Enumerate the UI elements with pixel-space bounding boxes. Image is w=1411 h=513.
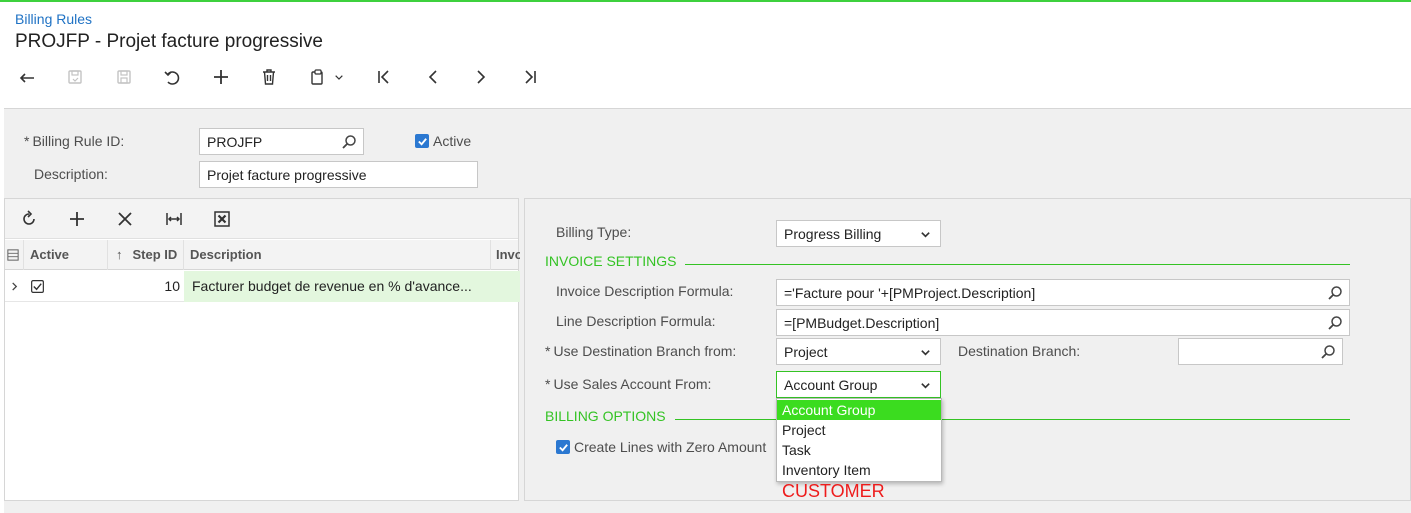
section-divider <box>685 264 1350 265</box>
dest-branch-label: Destination Branch: <box>958 343 1081 359</box>
next-icon[interactable] <box>467 62 495 92</box>
search-icon[interactable] <box>1327 285 1343 301</box>
clipboard-icon[interactable] <box>303 62 331 92</box>
column-header-invoice[interactable]: Invo <box>491 240 520 270</box>
dropdown-option-project[interactable]: Project <box>777 420 941 440</box>
table-row[interactable]: 10 Facturer budget de revenue en % d'ava… <box>5 271 520 302</box>
row-description[interactable]: Facturer budget de revenue en % d'avance… <box>184 271 491 302</box>
previous-icon[interactable] <box>419 62 447 92</box>
chevron-down-icon[interactable] <box>329 62 349 92</box>
column-header-active[interactable]: Active <box>24 240 108 270</box>
line-desc-formula-field[interactable]: =[PMBudget.Description] <box>776 309 1350 336</box>
use-dest-branch-value: Project <box>784 343 828 360</box>
fit-columns-icon[interactable] <box>160 205 188 233</box>
create-zero-lines-checkbox[interactable] <box>556 440 570 454</box>
customer-annotation: CUSTOMER <box>782 481 885 501</box>
dropdown-option-account-group[interactable]: Account Group <box>777 400 941 420</box>
billing-type-label: Billing Type: <box>556 224 632 240</box>
description-label: Description: <box>34 166 108 182</box>
use-sales-account-select[interactable]: Account Group <box>776 371 941 398</box>
undo-icon[interactable] <box>158 62 186 92</box>
use-dest-branch-label: * Use Destination Branch from: <box>545 343 737 359</box>
use-sales-account-label: * Use Sales Account From: <box>545 376 712 392</box>
use-dest-branch-select[interactable]: Project <box>776 338 941 365</box>
excel-export-icon[interactable] <box>208 205 236 233</box>
invoice-desc-formula-field[interactable]: ='Facture pour '+[PMProject.Description] <box>776 279 1350 306</box>
delete-row-icon[interactable] <box>111 205 139 233</box>
row-step-id[interactable]: 10 <box>108 271 180 302</box>
active-label: Active <box>433 133 472 149</box>
line-desc-formula-label: Line Description Formula: <box>556 313 716 329</box>
search-icon[interactable] <box>1320 344 1336 360</box>
invoice-desc-formula-label: Invoice Description Formula: <box>556 283 734 299</box>
last-icon[interactable] <box>516 62 544 92</box>
sort-asc-icon: ↑ <box>116 247 123 262</box>
billing-type-select[interactable]: Progress Billing <box>776 220 941 247</box>
grid-settings-icon[interactable] <box>7 249 19 261</box>
top-accent-line <box>0 0 1411 2</box>
dest-branch-field[interactable] <box>1178 338 1343 365</box>
dropdown-option-task[interactable]: Task <box>777 440 941 460</box>
search-icon[interactable] <box>1327 315 1343 331</box>
refresh-icon[interactable] <box>15 205 43 233</box>
dropdown-option-inventory-item[interactable]: Inventory Item <box>777 460 941 480</box>
sales-account-dropdown-list: Account Group Project Task Inventory Ite… <box>776 398 942 482</box>
create-zero-lines-label: Create Lines with Zero Amount <box>574 439 767 455</box>
back-icon[interactable] <box>13 62 41 92</box>
delete-icon[interactable] <box>255 62 283 92</box>
breadcrumb[interactable]: Billing Rules <box>15 11 92 27</box>
invoice-settings-title: INVOICE SETTINGS <box>545 253 677 269</box>
save-icon[interactable] <box>110 62 138 92</box>
save-close-icon[interactable] <box>61 62 89 92</box>
description-field[interactable]: Projet facture progressive <box>199 161 478 188</box>
first-icon[interactable] <box>370 62 398 92</box>
search-icon[interactable] <box>341 134 357 150</box>
billing-rule-id-field[interactable]: PROJFP <box>199 128 364 155</box>
grid-header: Active ↑ Step ID Description Invo <box>5 240 520 270</box>
billing-type-value: Progress Billing <box>784 225 882 242</box>
line-desc-formula-value: =[PMBudget.Description] <box>784 314 940 331</box>
add-row-icon[interactable] <box>63 205 91 233</box>
grid-toolbar <box>5 199 518 239</box>
invoice-desc-formula-value: ='Facture pour '+[PMProject.Description] <box>784 284 1036 301</box>
main-toolbar <box>0 62 600 92</box>
row-invoice-cell[interactable] <box>491 271 520 302</box>
active-checkbox[interactable] <box>415 134 429 148</box>
required-mark: * <box>24 133 30 149</box>
add-icon[interactable] <box>207 62 235 92</box>
row-selector-header <box>5 240 24 270</box>
chevron-down-icon <box>921 383 930 389</box>
description-value: Projet facture progressive <box>207 166 367 183</box>
column-header-step-id[interactable]: ↑ Step ID <box>108 240 184 270</box>
steps-grid: Active ↑ Step ID Description Invo 10 Fact… <box>4 198 520 501</box>
row-expand-icon[interactable] <box>5 271 24 302</box>
billing-rule-id-label: * Billing Rule ID: <box>24 133 125 149</box>
column-header-description[interactable]: Description <box>184 240 491 270</box>
page-title: PROJFP - Projet facture progressive <box>15 31 323 52</box>
active-checkbox-icon[interactable] <box>31 280 44 293</box>
chevron-down-icon <box>921 232 930 238</box>
use-sales-account-value: Account Group <box>784 376 878 393</box>
billing-rule-id-value: PROJFP <box>207 133 263 150</box>
billing-options-title: BILLING OPTIONS <box>545 408 666 424</box>
chevron-down-icon <box>921 350 930 356</box>
